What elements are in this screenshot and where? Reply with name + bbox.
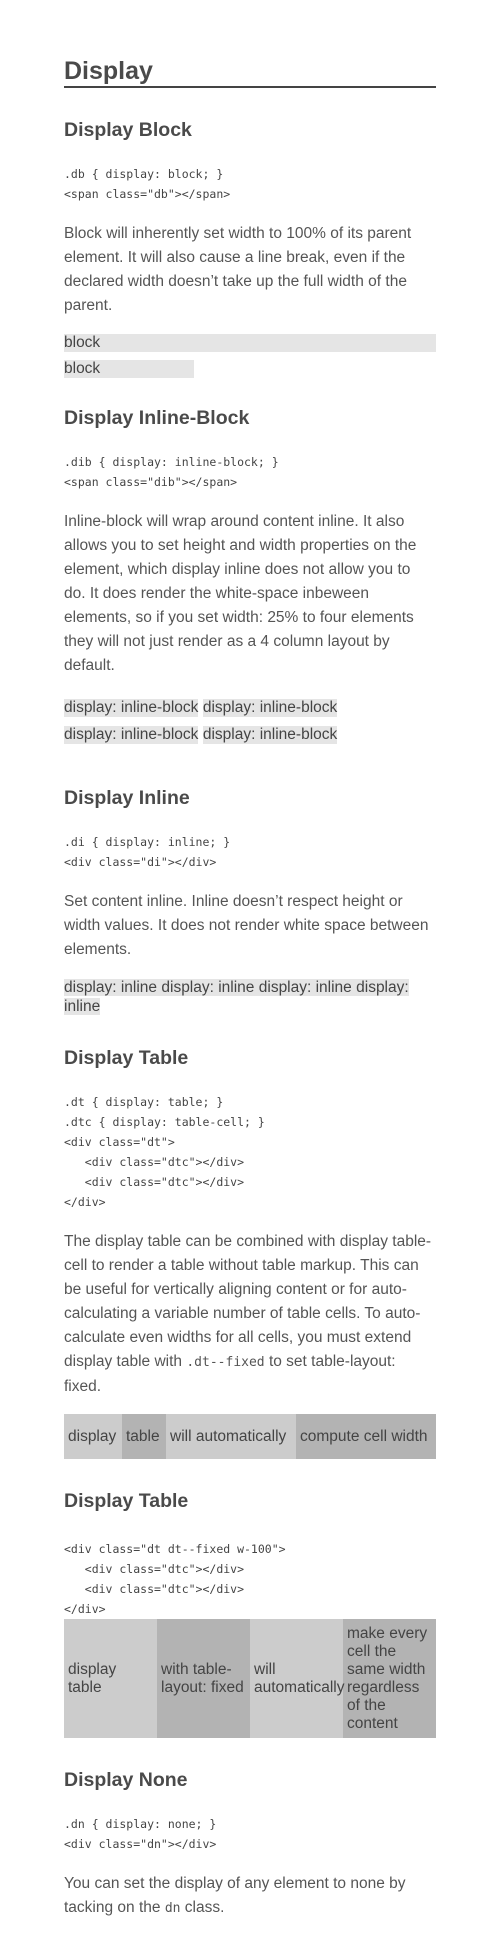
description: You can set the display of any element t…	[64, 1872, 436, 1921]
code-line: .dn { display: none; }	[64, 1817, 217, 1831]
code-line: <div class="dtc"></div>	[64, 1562, 245, 1576]
table-cell: display	[64, 1414, 122, 1459]
table-cell: will automatically	[250, 1619, 344, 1738]
code-line: <div class="dt dt--fixed w-100">	[64, 1542, 286, 1556]
table-cell: will automatically	[166, 1414, 296, 1459]
code-block: .dib { display: inline-block; } <span cl…	[64, 452, 436, 492]
example-block: block	[64, 360, 194, 378]
description: Block will inherently set width to 100% …	[64, 225, 412, 314]
code-line: </div>	[64, 1195, 106, 1209]
code-line: <span class="db"></span>	[64, 187, 231, 201]
code-line: .db { display: block; }	[64, 167, 224, 181]
table-cell: with table-layout: fixed	[157, 1619, 250, 1738]
code-block: .dt { display: table; } .dtc { display: …	[64, 1092, 436, 1212]
code-line: </div>	[64, 1602, 106, 1616]
table-cell: table	[122, 1414, 166, 1459]
code-line: .dib { display: inline-block; }	[64, 455, 279, 469]
table-cell: compute cell width	[296, 1414, 436, 1459]
table-cell: display table	[64, 1619, 157, 1738]
inline-code: .dt--fixed	[186, 1355, 265, 1370]
code-line: <span class="dib"></span>	[64, 475, 238, 489]
code-block: .di { display: inline; } <div class="di"…	[64, 832, 436, 872]
example-inline-block: display: inline-block	[202, 726, 338, 744]
example-inline: display: inline	[258, 979, 352, 996]
example-inline: display: inline	[161, 979, 255, 996]
code-line: <div class="di"></div>	[64, 855, 217, 869]
example-block: block	[64, 334, 436, 352]
example-inline-block: display: inline-block	[64, 726, 199, 744]
code-line: .dtc { display: table-cell; }	[64, 1115, 265, 1129]
example-table-fixed: display table with table-layout: fixed w…	[64, 1619, 436, 1738]
code-line: <div class="dtc"></div>	[64, 1175, 245, 1189]
code-line: <div class="dtc"></div>	[64, 1155, 245, 1169]
example-inline: display: inline	[64, 979, 158, 996]
section-heading-table-fixed: Display Table	[64, 1490, 189, 1512]
code-block: .db { display: block; } <span class="db"…	[64, 164, 436, 204]
section-heading-inline: Display Inline	[64, 787, 190, 809]
example-inline-block: display: inline-block	[202, 699, 338, 717]
description: Inline-block will wrap around content in…	[64, 513, 417, 674]
example-table: display table will automatically compute…	[64, 1414, 436, 1459]
code-line: .dt { display: table; }	[64, 1095, 224, 1109]
section-heading-table: Display Table	[64, 1047, 189, 1069]
section-heading-block: Display Block	[64, 119, 192, 141]
code-line: .di { display: inline; }	[64, 835, 231, 849]
code-line: <div class="dn"></div>	[64, 1837, 217, 1851]
description: Set content inline. Inline doesn’t respe…	[64, 893, 429, 958]
example-inline-block: display: inline-block	[64, 699, 199, 717]
text: You can set the display of any element t…	[64, 1875, 406, 1916]
inline-code: dn	[164, 1901, 181, 1916]
page-content: Display Display Block .db { display: blo…	[64, 0, 436, 1921]
page-title: Display	[64, 57, 436, 88]
code-block: .dn { display: none; } <div class="dn"><…	[64, 1814, 436, 1854]
table-cell: make every cell the same width regardles…	[343, 1619, 436, 1738]
text: class.	[184, 1899, 225, 1916]
section-heading-inline-block: Display Inline-Block	[64, 407, 250, 429]
description: The display table can be combined with d…	[64, 1230, 436, 1399]
code-line: <div class="dt">	[64, 1135, 175, 1149]
code-block: <div class="dt dt--fixed w-100"> <div cl…	[64, 1539, 436, 1619]
section-heading-none: Display None	[64, 1769, 188, 1791]
code-line: <div class="dtc"></div>	[64, 1582, 245, 1596]
text: The display table can be combined with d…	[64, 1233, 432, 1370]
